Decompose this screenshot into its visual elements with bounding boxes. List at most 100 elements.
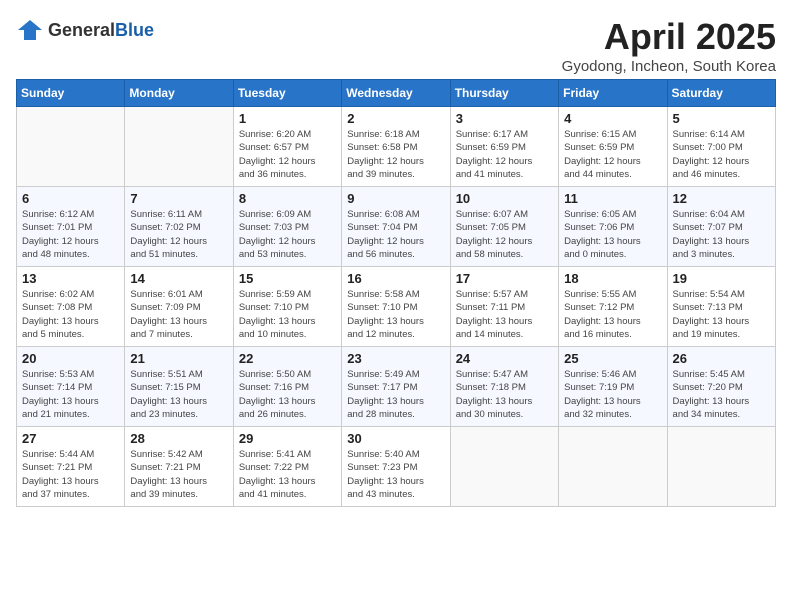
day-header-tuesday: Tuesday — [233, 80, 341, 107]
calendar-cell: 3 Sunrise: 6:17 AM Sunset: 6:59 PM Daylig… — [450, 107, 558, 187]
day-info: Sunrise: 5:42 AM Sunset: 7:21 PM Dayligh… — [130, 448, 227, 501]
day-header-thursday: Thursday — [450, 80, 558, 107]
day-number: 30 — [347, 431, 444, 446]
day-number: 14 — [130, 271, 227, 286]
calendar-cell: 20 Sunrise: 5:53 AM Sunset: 7:14 PM Dayli… — [17, 347, 125, 427]
calendar-cell: 24 Sunrise: 5:47 AM Sunset: 7:18 PM Dayli… — [450, 347, 558, 427]
day-number: 1 — [239, 111, 336, 126]
generalblue-logo-icon — [16, 16, 44, 44]
calendar-cell: 13Sunrise: 6:02 AM Sunset: 7:08 PM Dayli… — [17, 267, 125, 347]
day-number: 10 — [456, 191, 553, 206]
calendar-cell: 15 Sunrise: 5:59 AM Sunset: 7:10 PM Dayli… — [233, 267, 341, 347]
day-header-saturday: Saturday — [667, 80, 775, 107]
day-number: 23 — [347, 351, 444, 366]
day-info: Sunrise: 6:08 AM Sunset: 7:04 PM Dayligh… — [347, 208, 444, 261]
day-info: Sunrise: 6:14 AM Sunset: 7:00 PM Dayligh… — [673, 128, 770, 181]
day-number: 29 — [239, 431, 336, 446]
day-number: 19 — [673, 271, 770, 286]
day-number: 27 — [22, 431, 119, 446]
calendar-cell — [450, 427, 558, 507]
day-info: Sunrise: 5:59 AM Sunset: 7:10 PM Dayligh… — [239, 288, 336, 341]
day-info: Sunrise: 6:20 AM Sunset: 6:57 PM Dayligh… — [239, 128, 336, 181]
calendar-cell: 26Sunrise: 5:45 AM Sunset: 7:20 PM Dayli… — [667, 347, 775, 427]
day-number: 25 — [564, 351, 661, 366]
day-info: Sunrise: 6:17 AM Sunset: 6:59 PM Dayligh… — [456, 128, 553, 181]
header-row: SundayMondayTuesdayWednesdayThursdayFrid… — [17, 80, 776, 107]
day-info: Sunrise: 6:18 AM Sunset: 6:58 PM Dayligh… — [347, 128, 444, 181]
calendar-cell: 12 Sunrise: 6:04 AM Sunset: 7:07 PM Dayli… — [667, 187, 775, 267]
day-number: 9 — [347, 191, 444, 206]
calendar-cell: 29 Sunrise: 5:41 AM Sunset: 7:22 PM Dayli… — [233, 427, 341, 507]
day-info: Sunrise: 5:44 AM Sunset: 7:21 PM Dayligh… — [22, 448, 119, 501]
calendar-cell: 19 Sunrise: 5:54 AM Sunset: 7:13 PM Dayli… — [667, 267, 775, 347]
day-info: Sunrise: 6:01 AM Sunset: 7:09 PM Dayligh… — [130, 288, 227, 341]
calendar-cell: 2 Sunrise: 6:18 AM Sunset: 6:58 PM Daylig… — [342, 107, 450, 187]
calendar-cell: 5Sunrise: 6:14 AM Sunset: 7:00 PM Daylig… — [667, 107, 775, 187]
calendar-week-5: 27 Sunrise: 5:44 AM Sunset: 7:21 PM Dayli… — [17, 427, 776, 507]
day-number: 12 — [673, 191, 770, 206]
day-header-sunday: Sunday — [17, 80, 125, 107]
day-info: Sunrise: 5:51 AM Sunset: 7:15 PM Dayligh… — [130, 368, 227, 421]
day-info: Sunrise: 5:45 AM Sunset: 7:20 PM Dayligh… — [673, 368, 770, 421]
day-info: Sunrise: 6:09 AM Sunset: 7:03 PM Dayligh… — [239, 208, 336, 261]
calendar-cell — [559, 427, 667, 507]
day-info: Sunrise: 5:46 AM Sunset: 7:19 PM Dayligh… — [564, 368, 661, 421]
day-number: 15 — [239, 271, 336, 286]
calendar-cell: 9 Sunrise: 6:08 AM Sunset: 7:04 PM Daylig… — [342, 187, 450, 267]
logo-blue-text: Blue — [115, 20, 154, 40]
day-info: Sunrise: 6:07 AM Sunset: 7:05 PM Dayligh… — [456, 208, 553, 261]
day-number: 2 — [347, 111, 444, 126]
day-number: 17 — [456, 271, 553, 286]
calendar-table: SundayMondayTuesdayWednesdayThursdayFrid… — [16, 79, 776, 507]
day-number: 18 — [564, 271, 661, 286]
calendar-week-2: 6Sunrise: 6:12 AM Sunset: 7:01 PM Daylig… — [17, 187, 776, 267]
calendar-week-4: 20 Sunrise: 5:53 AM Sunset: 7:14 PM Dayli… — [17, 347, 776, 427]
calendar-cell: 17 Sunrise: 5:57 AM Sunset: 7:11 PM Dayli… — [450, 267, 558, 347]
day-info: Sunrise: 5:41 AM Sunset: 7:22 PM Dayligh… — [239, 448, 336, 501]
calendar-cell: 7Sunrise: 6:11 AM Sunset: 7:02 PM Daylig… — [125, 187, 233, 267]
day-number: 3 — [456, 111, 553, 126]
day-info: Sunrise: 5:57 AM Sunset: 7:11 PM Dayligh… — [456, 288, 553, 341]
day-number: 7 — [130, 191, 227, 206]
day-info: Sunrise: 6:05 AM Sunset: 7:06 PM Dayligh… — [564, 208, 661, 261]
day-number: 20 — [22, 351, 119, 366]
day-header-wednesday: Wednesday — [342, 80, 450, 107]
calendar-cell: 16Sunrise: 5:58 AM Sunset: 7:10 PM Dayli… — [342, 267, 450, 347]
day-header-friday: Friday — [559, 80, 667, 107]
month-title: April 2025 — [562, 16, 776, 58]
logo-general-text: General — [48, 20, 115, 40]
calendar-cell: 14 Sunrise: 6:01 AM Sunset: 7:09 PM Dayli… — [125, 267, 233, 347]
day-info: Sunrise: 6:04 AM Sunset: 7:07 PM Dayligh… — [673, 208, 770, 261]
calendar-cell: 28Sunrise: 5:42 AM Sunset: 7:21 PM Dayli… — [125, 427, 233, 507]
day-info: Sunrise: 5:54 AM Sunset: 7:13 PM Dayligh… — [673, 288, 770, 341]
day-info: Sunrise: 5:53 AM Sunset: 7:14 PM Dayligh… — [22, 368, 119, 421]
calendar-cell — [125, 107, 233, 187]
calendar-header: SundayMondayTuesdayWednesdayThursdayFrid… — [17, 80, 776, 107]
calendar-cell: 23Sunrise: 5:49 AM Sunset: 7:17 PM Dayli… — [342, 347, 450, 427]
calendar-cell: 1 Sunrise: 6:20 AM Sunset: 6:57 PM Daylig… — [233, 107, 341, 187]
calendar-cell: 8 Sunrise: 6:09 AM Sunset: 7:03 PM Daylig… — [233, 187, 341, 267]
day-number: 8 — [239, 191, 336, 206]
location-text: Gyodong, Incheon, South Korea — [562, 58, 776, 75]
day-info: Sunrise: 6:12 AM Sunset: 7:01 PM Dayligh… — [22, 208, 119, 261]
day-info: Sunrise: 5:50 AM Sunset: 7:16 PM Dayligh… — [239, 368, 336, 421]
day-number: 24 — [456, 351, 553, 366]
title-block: April 2025 Gyodong, Incheon, South Korea — [562, 16, 776, 75]
day-info: Sunrise: 6:15 AM Sunset: 6:59 PM Dayligh… — [564, 128, 661, 181]
calendar-cell — [667, 427, 775, 507]
calendar-week-1: 1 Sunrise: 6:20 AM Sunset: 6:57 PM Daylig… — [17, 107, 776, 187]
day-number: 22 — [239, 351, 336, 366]
day-number: 13 — [22, 271, 119, 286]
day-info: Sunrise: 5:47 AM Sunset: 7:18 PM Dayligh… — [456, 368, 553, 421]
calendar-cell: 30Sunrise: 5:40 AM Sunset: 7:23 PM Dayli… — [342, 427, 450, 507]
calendar-week-3: 13Sunrise: 6:02 AM Sunset: 7:08 PM Dayli… — [17, 267, 776, 347]
calendar-cell: 18Sunrise: 5:55 AM Sunset: 7:12 PM Dayli… — [559, 267, 667, 347]
calendar-cell: 25 Sunrise: 5:46 AM Sunset: 7:19 PM Dayli… — [559, 347, 667, 427]
calendar-cell: 6Sunrise: 6:12 AM Sunset: 7:01 PM Daylig… — [17, 187, 125, 267]
day-info: Sunrise: 5:58 AM Sunset: 7:10 PM Dayligh… — [347, 288, 444, 341]
calendar-body: 1 Sunrise: 6:20 AM Sunset: 6:57 PM Daylig… — [17, 107, 776, 507]
day-header-monday: Monday — [125, 80, 233, 107]
day-number: 11 — [564, 191, 661, 206]
page-header: GeneralBlue April 2025 Gyodong, Incheon,… — [16, 16, 776, 75]
logo: GeneralBlue — [16, 16, 154, 44]
